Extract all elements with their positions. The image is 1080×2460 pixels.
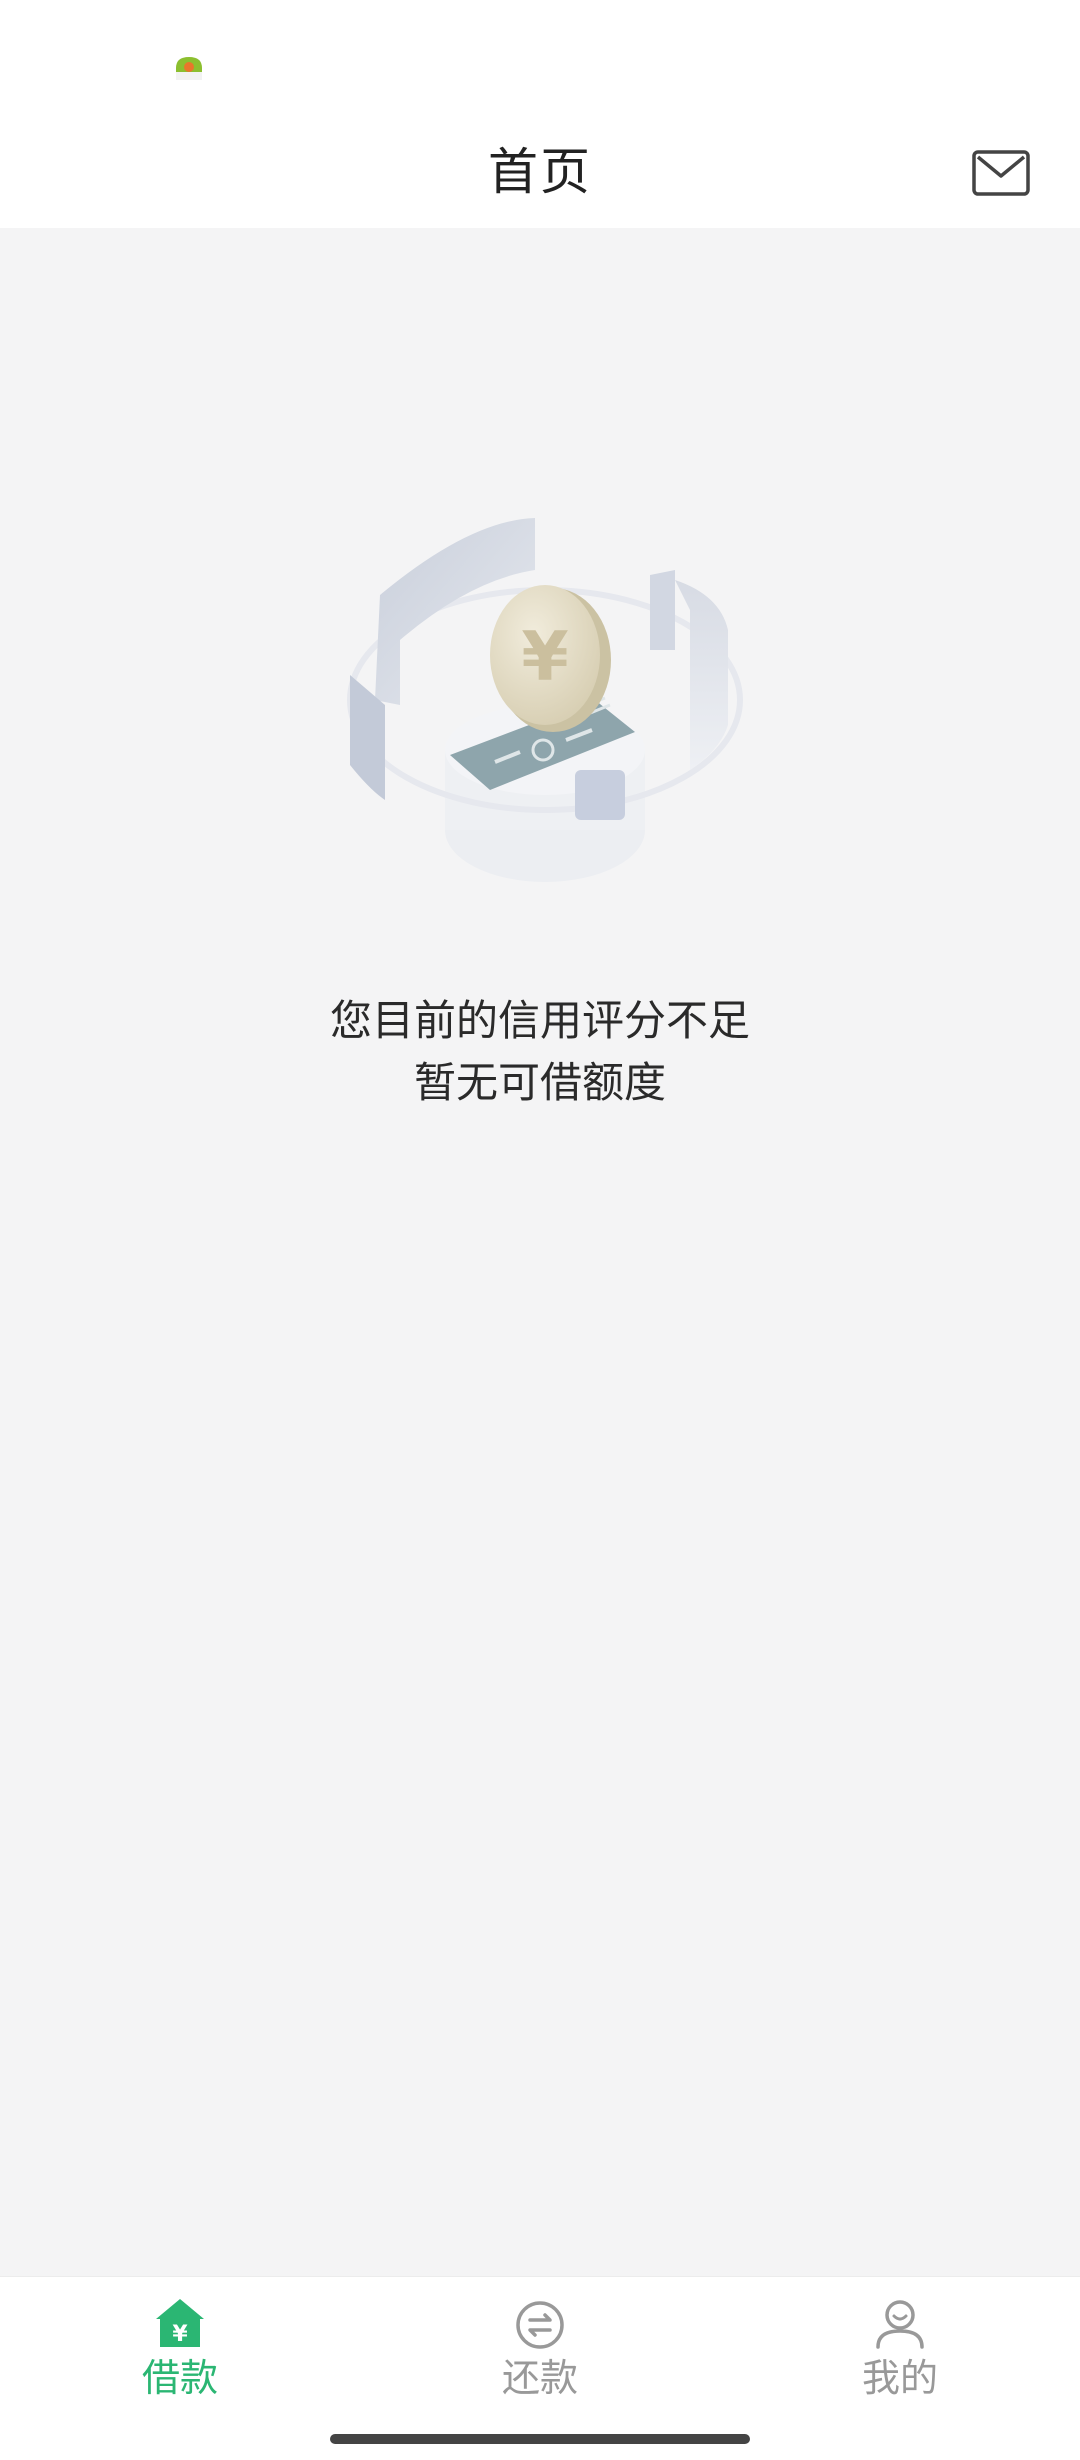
tab-repay[interactable]: 还款 (440, 2295, 640, 2415)
loan-house-icon: ¥ (156, 2299, 204, 2347)
message-line-2: 暂无可借额度 (413, 1058, 666, 1107)
svg-text:¥: ¥ (172, 2322, 188, 2347)
home-indicator[interactable] (330, 2434, 750, 2444)
profile-icon (876, 2300, 924, 2349)
bottom-tab-bar: ¥ 借款 还款 我的 (0, 2276, 1080, 2460)
repay-exchange-icon (516, 2301, 564, 2349)
tab-loan-label: 借款 (141, 2356, 218, 2400)
tab-mine-label: 我的 (861, 2356, 938, 2400)
page-title: 首页 (488, 143, 592, 201)
tab-repay-label: 还款 (501, 2356, 578, 2400)
mail-icon (972, 150, 1030, 196)
tab-loan[interactable]: ¥ 借款 (80, 2295, 280, 2415)
svg-text:¥: ¥ (521, 618, 568, 697)
notification-app-icon (176, 57, 202, 80)
no-credit-illustration: ¥ (347, 518, 743, 882)
header: 首页 (0, 120, 1080, 228)
app-screen: 首页 ¥ 您目前的信用评分不足 暂无可借额度 ¥ 借款 还款 我的 (0, 0, 1080, 2460)
messages-button[interactable] (968, 140, 1034, 206)
credit-insufficient-message: 您目前的信用评分不足 暂无可借额度 (0, 990, 1080, 1114)
message-line-1: 您目前的信用评分不足 (329, 996, 750, 1045)
status-bar (0, 0, 1080, 120)
tab-mine[interactable]: 我的 (800, 2295, 1000, 2415)
